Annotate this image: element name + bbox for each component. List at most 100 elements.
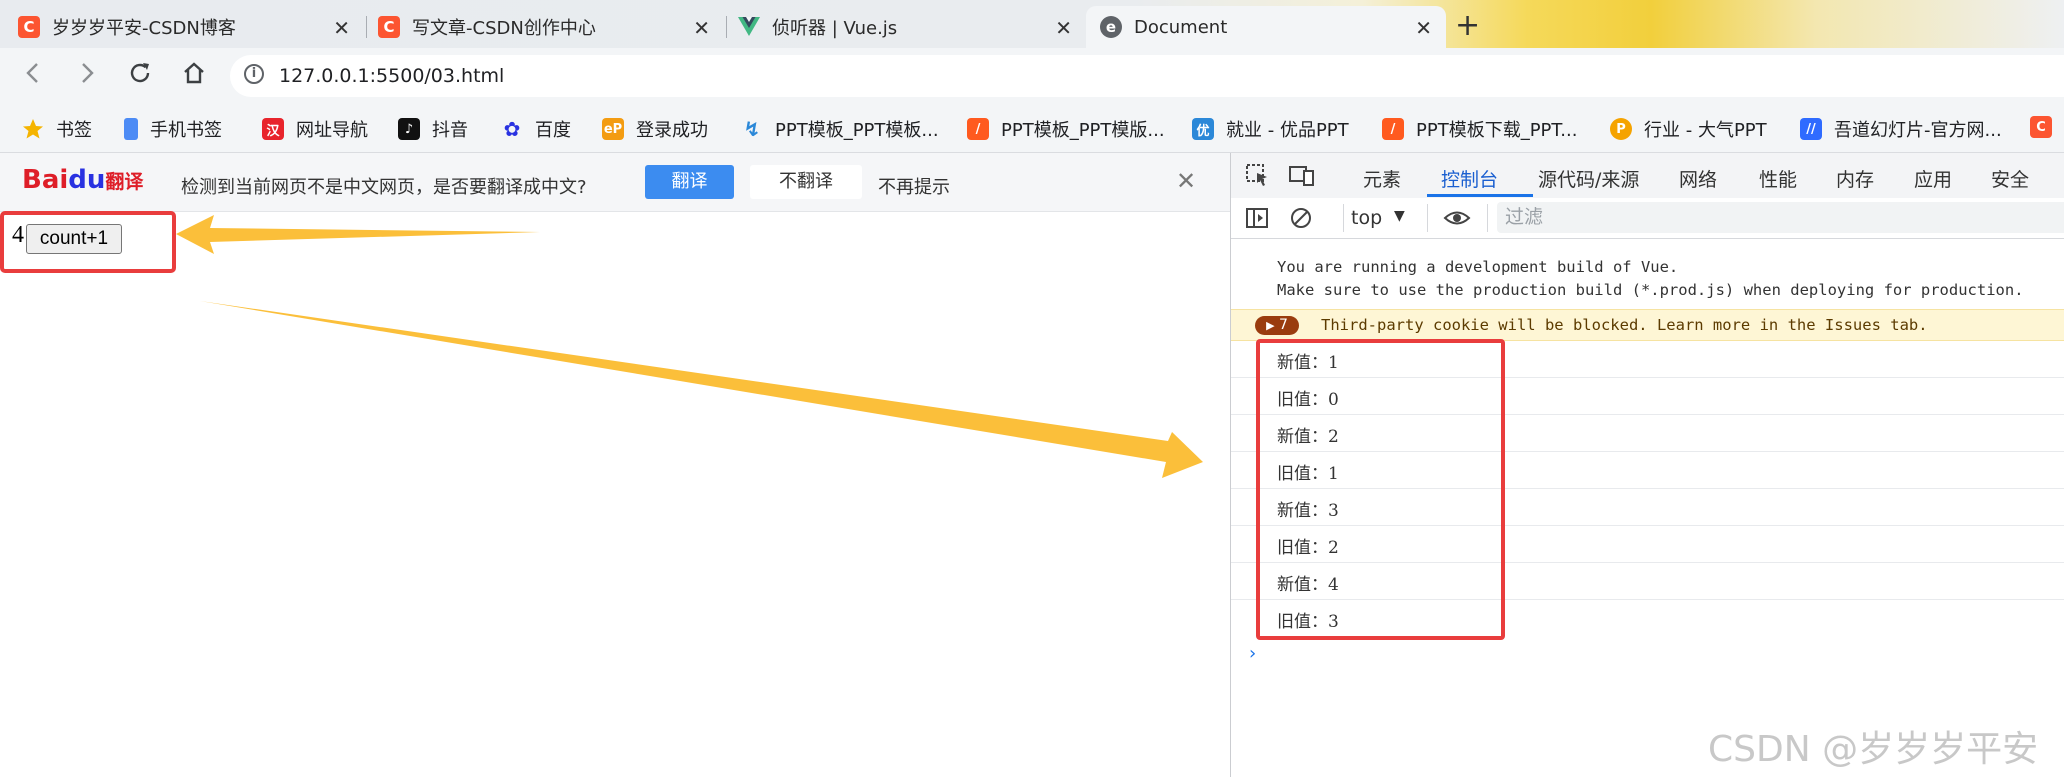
- bookmark-label: 就业 - 优品PPT: [1226, 120, 1349, 141]
- tab-title: 写文章-CSDN创作中心: [412, 18, 596, 39]
- close-icon[interactable]: ✕: [1415, 16, 1432, 40]
- toolbar-divider: [1487, 204, 1488, 232]
- expand-triangle-icon: ▶: [1266, 319, 1275, 332]
- douyin-icon: ♪: [398, 118, 420, 140]
- bookmark-label: 登录成功: [636, 120, 708, 141]
- toolbar-divider: [1427, 204, 1428, 232]
- bookmark-item[interactable]: eP 登录成功: [602, 116, 708, 142]
- sidebar-toggle-icon[interactable]: [1245, 206, 1271, 230]
- csdn-icon: C: [2030, 116, 2052, 138]
- arrow-left: [176, 215, 540, 254]
- tab-title: 岁岁岁平安-CSDN博客: [52, 18, 236, 39]
- translate-message: 检测到当前网页不是中文网页，是否要翻译成中文?: [181, 177, 587, 198]
- issues-warning-row[interactable]: ▶ 7 Third-party cookie will be blocked. …: [1231, 309, 2064, 341]
- bookmark-label: 吾道幻灯片-官方网...: [1834, 120, 2002, 141]
- site-info-icon[interactable]: i: [244, 64, 264, 84]
- vue-dev-warning: You are running a development build of V…: [1277, 258, 2024, 299]
- tab-strip: C 岁岁岁平安-CSDN博客 ✕ C 写文章-CSDN创作中心 ✕ 侦听器 | …: [0, 0, 2064, 48]
- ppt-orange-icon: /: [1382, 118, 1404, 140]
- translate-button[interactable]: 翻译: [645, 165, 734, 199]
- context-selector[interactable]: top: [1351, 207, 1382, 229]
- console-filter-input[interactable]: 过滤: [1497, 202, 2064, 233]
- tab-document[interactable]: e Document ✕: [1086, 6, 1446, 48]
- nav-icon: 汉: [262, 118, 284, 140]
- device-toolbar-icon[interactable]: [1288, 163, 1314, 187]
- devtools-tab-application[interactable]: 应用: [1914, 165, 1952, 192]
- baidu-translate-logo: Baidu翻译: [22, 165, 143, 195]
- devtools-tab-elements[interactable]: 元素: [1363, 165, 1401, 192]
- inspect-element-icon[interactable]: [1245, 163, 1271, 187]
- bookmark-item[interactable]: 手机书签: [124, 116, 222, 142]
- back-icon[interactable]: [20, 60, 46, 93]
- highlight-box: [1256, 339, 1505, 640]
- devtools-tab-performance[interactable]: 性能: [1759, 165, 1797, 192]
- star-icon: [22, 118, 44, 140]
- phone-icon: [124, 118, 138, 140]
- devtools-tab-network[interactable]: 网络: [1679, 165, 1717, 192]
- url-text[interactable]: 127.0.0.1:5500/03.html: [279, 65, 504, 87]
- bookmark-label: 网址导航: [296, 120, 368, 141]
- bookmark-item[interactable]: ✿ 百度: [501, 116, 571, 142]
- p-icon: P: [1610, 118, 1632, 140]
- tab-vue-watchers[interactable]: 侦听器 | Vue.js ✕: [724, 6, 1086, 48]
- bookmarks-bar: 书签 手机书签 汉 网址导航 ♪ 抖音 ✿ 百度 eP 登录成功 ↯ PPT模板…: [0, 104, 2064, 153]
- bookmark-item[interactable]: / PPT模板_PPT模版...: [967, 116, 1165, 142]
- close-icon[interactable]: ✕: [333, 16, 350, 40]
- bookmark-overflow[interactable]: C: [2030, 116, 2064, 138]
- tab-csdn-write[interactable]: C 写文章-CSDN创作中心 ✕: [364, 6, 724, 48]
- bookmark-item[interactable]: 书签: [22, 116, 92, 142]
- bookmark-label: 抖音: [432, 120, 468, 141]
- tab-csdn-blog[interactable]: C 岁岁岁平安-CSDN博客 ✕: [4, 6, 364, 48]
- logo-part: du: [68, 165, 106, 195]
- toolbar-divider: [1343, 204, 1344, 232]
- baidu-paw-icon: ✿: [503, 117, 521, 141]
- never-prompt-link[interactable]: 不再提示: [878, 173, 950, 199]
- forward-icon[interactable]: [74, 60, 100, 93]
- address-bar[interactable]: i 127.0.0.1:5500/03.html: [230, 55, 2064, 97]
- devtools-tab-console[interactable]: 控制台: [1441, 165, 1498, 192]
- document-icon: e: [1100, 16, 1122, 38]
- wudao-icon: //: [1800, 118, 1822, 140]
- ppt-icon: ↯: [743, 117, 761, 141]
- active-tab-indicator: [1427, 194, 1533, 197]
- tab-title: 侦听器 | Vue.js: [772, 18, 898, 39]
- console-prompt-icon[interactable]: ›: [1249, 643, 1256, 664]
- clear-console-icon[interactable]: [1289, 206, 1315, 230]
- home-icon[interactable]: [181, 60, 207, 93]
- warning-text: Third-party cookie will be blocked. Lear…: [1321, 316, 1928, 334]
- bookmark-item[interactable]: ♪ 抖音: [398, 116, 468, 142]
- bookmark-label: 行业 - 大气PPT: [1644, 120, 1767, 141]
- bookmark-item[interactable]: P 行业 - 大气PPT: [1610, 116, 1767, 142]
- devtools-tab-bar: 元素 控制台 源代码/来源 网络 性能 内存 应用 安全: [1231, 153, 2064, 199]
- annotation-arrows: [176, 215, 1203, 478]
- csdn-icon: C: [18, 16, 40, 38]
- bookmark-item[interactable]: 汉 网址导航: [262, 116, 368, 142]
- bookmark-label: 手机书签: [150, 120, 222, 141]
- warning-count-badge[interactable]: ▶ 7: [1255, 316, 1299, 335]
- tab-title: Document: [1134, 16, 1228, 38]
- devtools-tab-security[interactable]: 安全: [1991, 165, 2029, 192]
- chevron-down-icon[interactable]: ▼: [1394, 208, 1405, 224]
- bookmark-item[interactable]: ↯ PPT模板_PPT模板...: [741, 116, 939, 142]
- new-tab-button[interactable]: +: [1455, 8, 1480, 43]
- csdn-icon: C: [378, 16, 400, 38]
- arrow-right: [200, 301, 1203, 478]
- bookmark-item[interactable]: / PPT模板下载_PPT...: [1382, 116, 1577, 142]
- bookmark-label: PPT模板_PPT模版...: [1001, 120, 1165, 141]
- vue-icon: [738, 16, 760, 38]
- close-icon[interactable]: ✕: [693, 16, 710, 40]
- bookmark-label: PPT模板下载_PPT...: [1416, 120, 1578, 141]
- eye-icon[interactable]: [1443, 206, 1471, 230]
- bookmark-item[interactable]: // 吾道幻灯片-官方网...: [1800, 116, 2002, 142]
- watermark: CSDN @岁岁岁平安: [1708, 729, 2039, 770]
- reload-icon[interactable]: [127, 60, 153, 93]
- close-icon[interactable]: ✕: [1055, 16, 1072, 40]
- bookmark-label: 书签: [56, 120, 92, 141]
- bookmark-label: 百度: [535, 120, 571, 141]
- no-translate-button[interactable]: 不翻译: [750, 165, 862, 199]
- devtools-tab-sources[interactable]: 源代码/来源: [1538, 165, 1639, 192]
- close-icon[interactable]: ✕: [1176, 167, 1196, 195]
- devtools-tab-memory[interactable]: 内存: [1836, 165, 1874, 192]
- bookmark-item[interactable]: 优 就业 - 优品PPT: [1192, 116, 1349, 142]
- ppt-orange-icon: /: [967, 118, 989, 140]
